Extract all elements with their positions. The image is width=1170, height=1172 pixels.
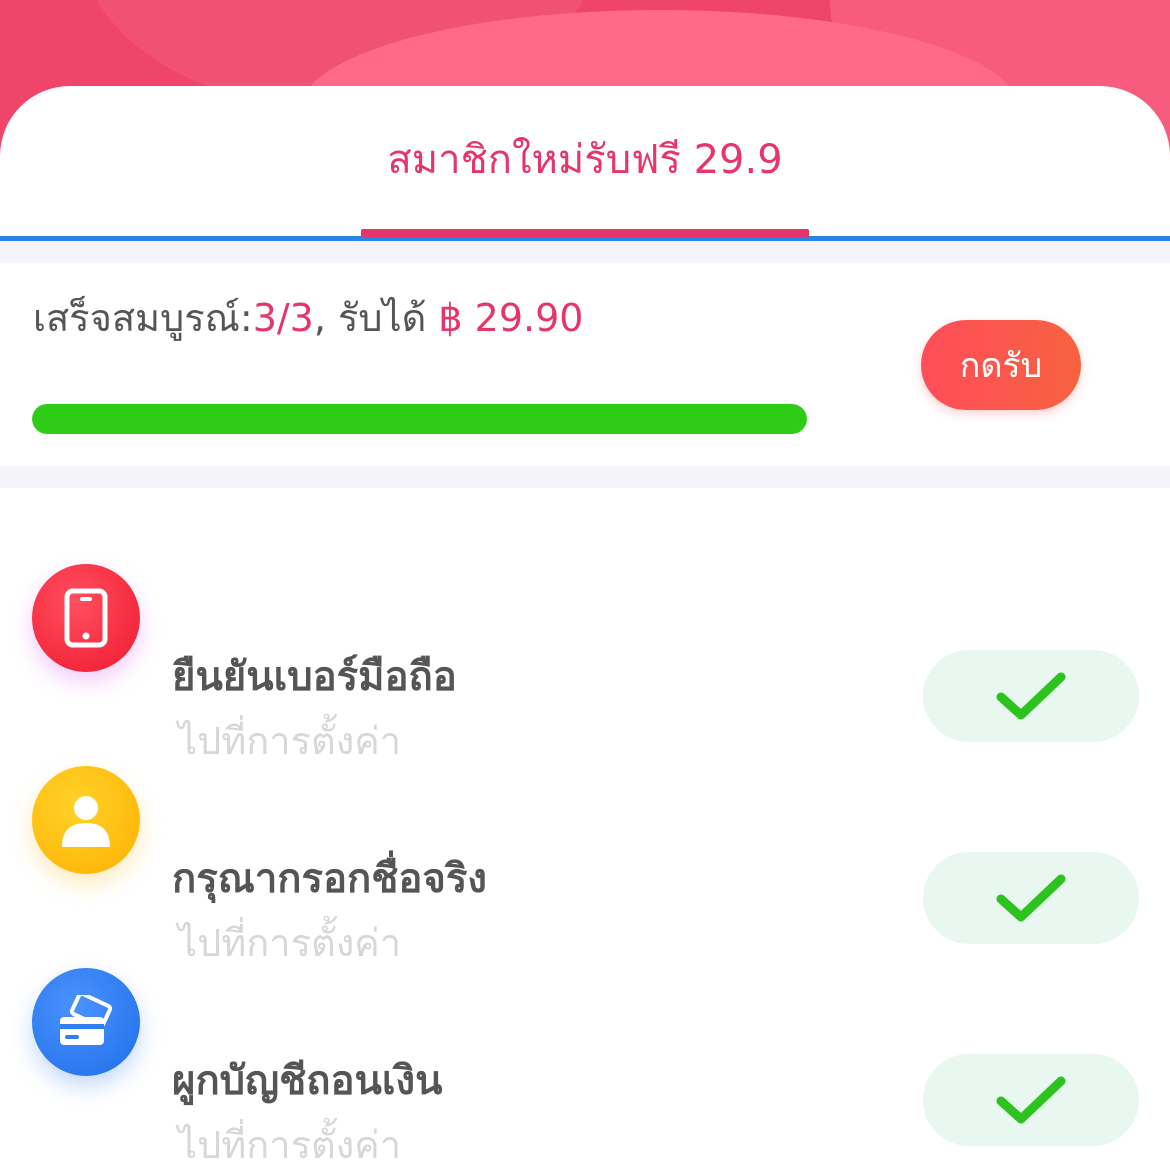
task-real-name[interactable]: กรุณากรอกชื่อจริง ไปที่การตั้งค่า	[0, 758, 1170, 965]
progress-count: 3/3	[252, 296, 314, 340]
task-complete-badge	[923, 1054, 1139, 1146]
tab-active-indicator	[361, 229, 809, 238]
user-icon	[32, 766, 140, 874]
task-title: ผูกบัญชีถอนเงิน	[172, 1058, 443, 1104]
claim-button[interactable]: กดรับ	[921, 320, 1081, 410]
checkmark-icon	[996, 874, 1066, 922]
tab-new-member[interactable]: สมาชิกใหม่รับฟรี 29.9	[361, 132, 809, 188]
progress-summary: เสร็จสมบูรณ์:3/3, รับได้ ฿ 29.90	[33, 292, 583, 344]
checkmark-icon	[996, 672, 1066, 720]
progress-bar-fill	[32, 404, 807, 434]
task-bind-account[interactable]: ผูกบัญชีถอนเงิน ไปที่การตั้งค่า	[0, 960, 1170, 1167]
task-title: ยืนยันเบอร์มือถือ	[172, 654, 457, 700]
tab-bar: สมาชิกใหม่รับฟรี 29.9	[0, 86, 1170, 244]
main-card: สมาชิกใหม่รับฟรี 29.9 เสร็จสมบูรณ์:3/3, …	[0, 86, 1170, 1167]
task-verify-phone[interactable]: ยืนยันเบอร์มือถือ ไปที่การตั้งค่า	[0, 556, 1170, 763]
task-title: กรุณากรอกชื่อจริง	[172, 856, 487, 902]
task-complete-badge	[923, 852, 1139, 944]
phone-icon	[32, 564, 140, 672]
checkmark-icon	[996, 1076, 1066, 1124]
task-subtitle[interactable]: ไปที่การตั้งค่า	[178, 1118, 401, 1172]
reward-amount: ฿ 29.90	[438, 296, 584, 340]
progress-middle: , รับได้	[313, 296, 439, 340]
progress-bar	[32, 404, 807, 434]
task-complete-badge	[923, 650, 1139, 742]
progress-prefix: เสร็จสมบูรณ์:	[33, 296, 253, 340]
divider	[0, 466, 1170, 488]
divider	[0, 241, 1170, 263]
card-icon	[32, 968, 140, 1076]
